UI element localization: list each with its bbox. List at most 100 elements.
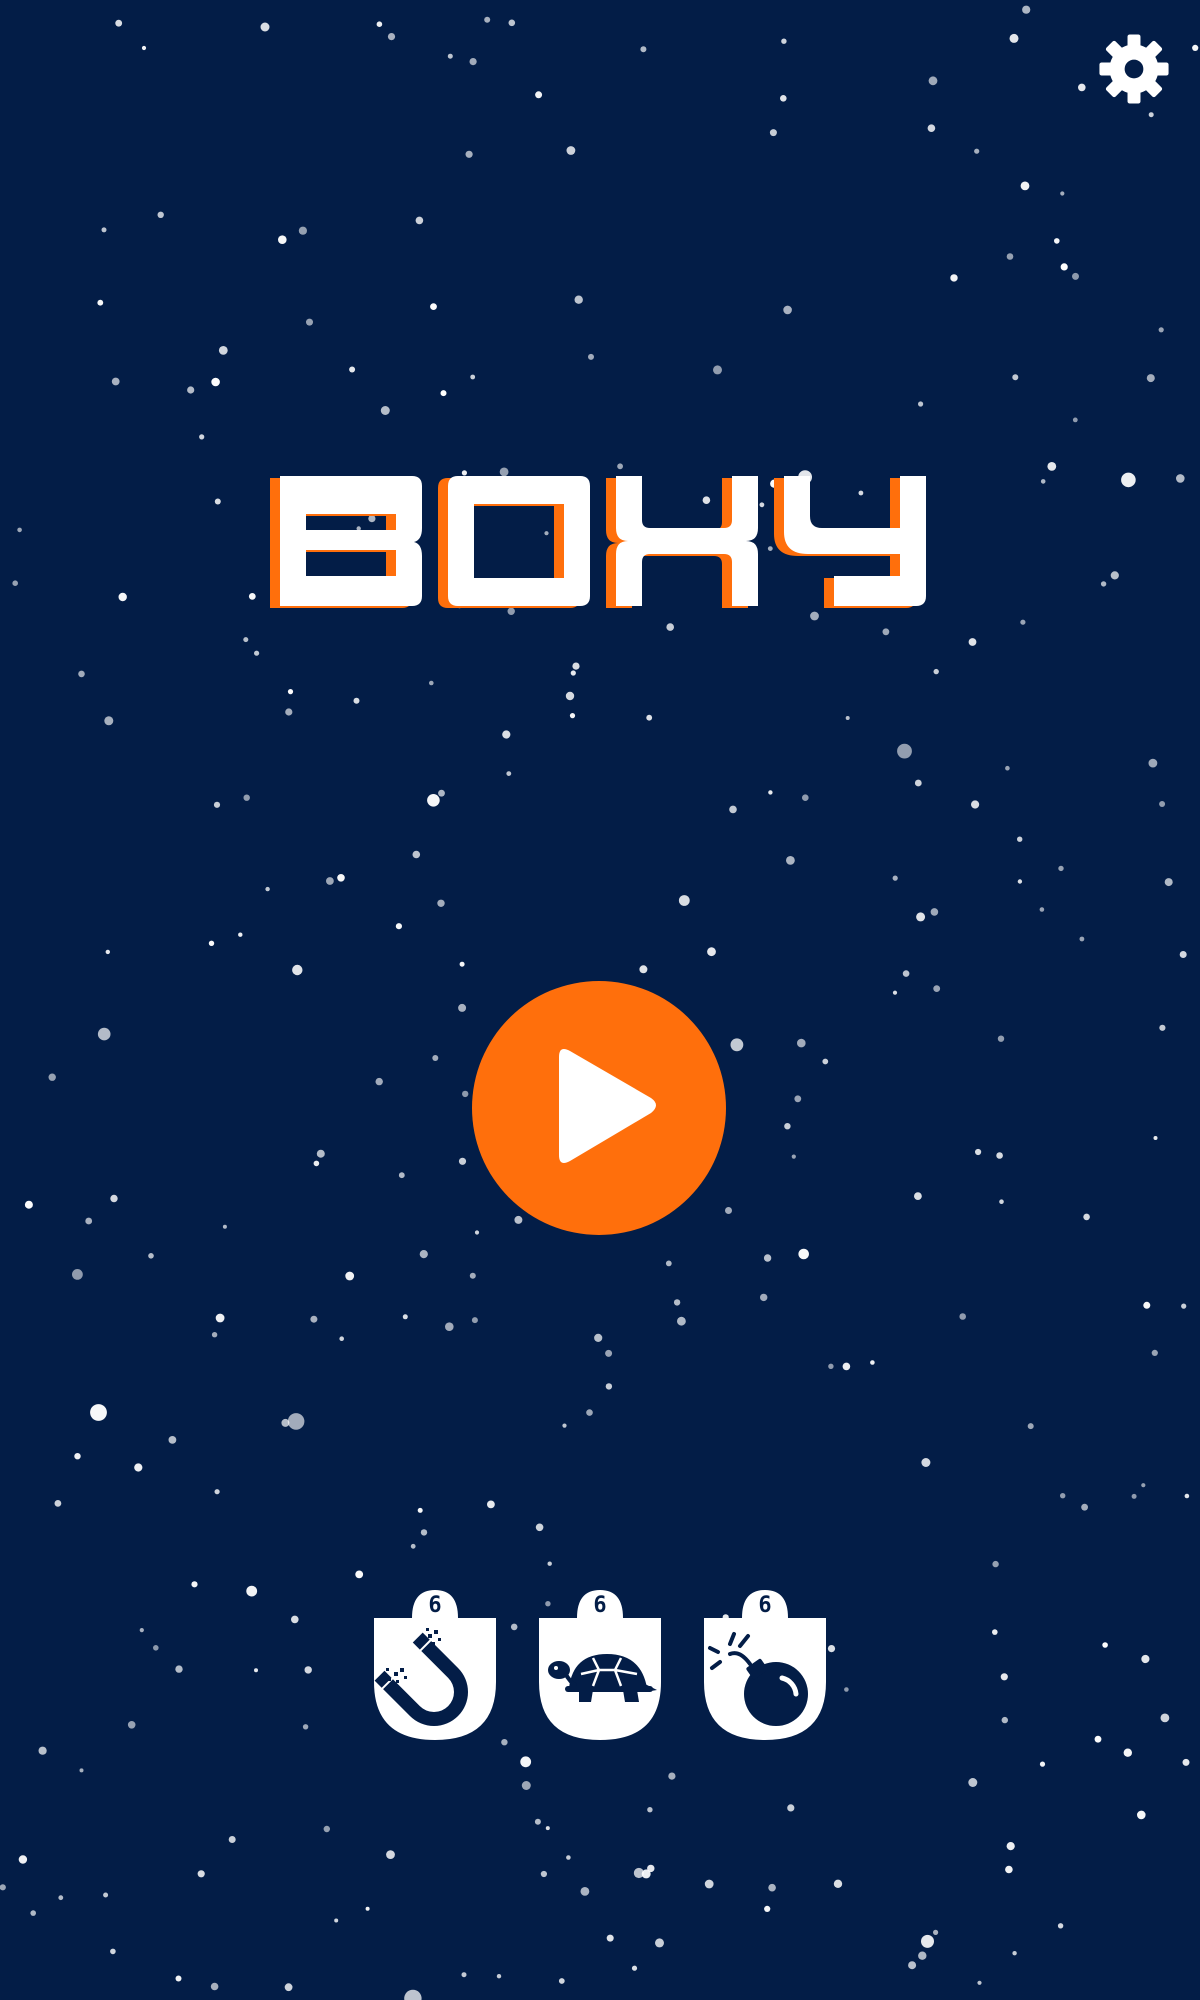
star (148, 1253, 154, 1259)
star (1039, 1761, 1046, 1767)
star (914, 1192, 922, 1200)
star (784, 1123, 791, 1130)
star (1060, 191, 1065, 196)
star (118, 592, 127, 602)
star (668, 1772, 676, 1780)
star (110, 1194, 118, 1203)
star (975, 1148, 982, 1156)
star (1020, 619, 1026, 625)
star (214, 498, 221, 505)
star (647, 1864, 655, 1873)
star (1006, 1842, 1015, 1851)
star (1005, 1865, 1013, 1874)
game-title-logo (270, 476, 926, 608)
star (38, 1746, 47, 1755)
star (187, 386, 195, 394)
star (211, 1332, 218, 1338)
star (534, 1818, 541, 1825)
star (97, 299, 104, 306)
star (1148, 758, 1158, 768)
star (892, 990, 898, 995)
star (254, 650, 260, 656)
star (1079, 936, 1085, 942)
star (470, 374, 476, 380)
play-button[interactable] (472, 981, 726, 1235)
star (339, 1336, 345, 1341)
star (417, 1507, 423, 1513)
star (574, 295, 583, 304)
star (111, 377, 120, 386)
powerup-bomb-button[interactable]: 6 (704, 1588, 826, 1740)
star (402, 1314, 408, 1320)
star (502, 730, 511, 739)
star (605, 1383, 613, 1390)
star (78, 670, 85, 678)
star (1123, 1748, 1133, 1757)
star (594, 1333, 603, 1342)
star (248, 593, 256, 600)
star (1058, 865, 1064, 872)
star (639, 965, 648, 974)
star (566, 1855, 571, 1860)
star (1060, 1493, 1066, 1499)
star (677, 1316, 686, 1326)
star (1176, 474, 1185, 483)
star (786, 856, 795, 865)
star (678, 895, 690, 906)
star (139, 1628, 144, 1633)
star (631, 1965, 638, 1971)
star (1160, 1713, 1170, 1723)
star (1110, 571, 1119, 580)
star (707, 947, 716, 957)
powerup-magnet-button[interactable]: 6 (374, 1588, 496, 1740)
star (882, 628, 890, 636)
star (313, 1160, 320, 1167)
star (306, 318, 313, 326)
turtle-icon (548, 1654, 657, 1702)
star (730, 1038, 744, 1052)
star (440, 390, 447, 397)
star (419, 1250, 428, 1259)
star (487, 1500, 495, 1509)
star (641, 1869, 651, 1879)
star (930, 908, 939, 916)
star (1159, 1024, 1166, 1031)
star (974, 148, 980, 154)
star (822, 1058, 829, 1065)
star (764, 1905, 771, 1912)
star (640, 46, 647, 53)
star (897, 743, 912, 759)
star (471, 1317, 478, 1324)
star (215, 1313, 225, 1323)
star (971, 800, 980, 809)
star (794, 1095, 802, 1103)
star (469, 58, 477, 66)
powerup-slow-button[interactable]: 6 (539, 1588, 661, 1740)
star (1182, 1758, 1190, 1766)
star (191, 1581, 198, 1588)
powerup-bar: 6 6 6 (374, 1588, 826, 1740)
star (828, 1363, 834, 1370)
star (1102, 1642, 1108, 1648)
star (462, 1090, 469, 1098)
star (12, 580, 18, 586)
star (1153, 1136, 1158, 1140)
star (977, 1980, 982, 1985)
settings-button[interactable] (1094, 29, 1174, 109)
star (334, 1918, 339, 1923)
star (285, 708, 293, 716)
star (287, 1413, 305, 1430)
star (933, 668, 939, 675)
star (469, 1272, 476, 1279)
star (950, 274, 958, 282)
star (157, 211, 164, 218)
star (30, 1910, 36, 1916)
star (208, 940, 215, 946)
star (1012, 374, 1019, 381)
star (842, 1362, 851, 1371)
star (1072, 272, 1079, 280)
star (892, 875, 898, 881)
star (802, 794, 809, 801)
star (760, 1293, 768, 1302)
star (430, 303, 437, 310)
